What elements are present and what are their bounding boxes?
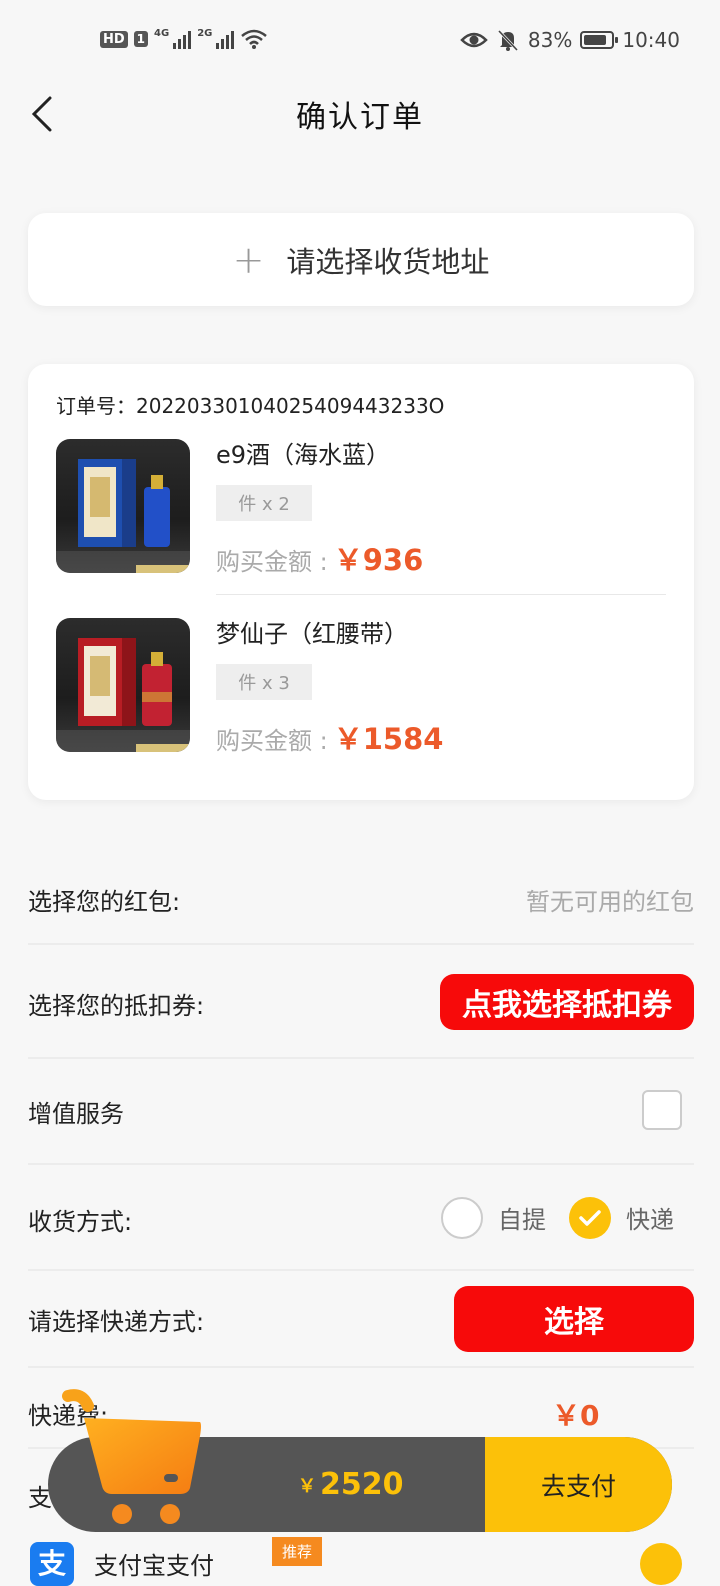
clock: 10:40 xyxy=(622,28,680,52)
item-divider xyxy=(216,594,666,595)
plus-icon: + xyxy=(232,237,265,282)
amount-label: 购买金额 : xyxy=(216,548,328,576)
amount-row: 购买金额 : ￥936 xyxy=(216,537,423,579)
delivery-method-label: 收货方式: xyxy=(28,1208,133,1236)
recommended-badge: 推荐 xyxy=(272,1537,323,1566)
order-item: 梦仙子（红腰带） 件 x 3 购买金额 : ￥1584 xyxy=(56,618,668,756)
choose-coupon-button[interactable]: 点我选择抵扣券 xyxy=(440,974,694,1030)
address-selector[interactable]: + 请选择收货地址 xyxy=(28,213,694,306)
battery-icon xyxy=(580,31,619,49)
currency-symbol: ￥ xyxy=(298,1475,316,1497)
value-added-label: 增值服务 xyxy=(28,1100,124,1128)
divider xyxy=(28,1163,694,1165)
select-express-button[interactable]: 选择 xyxy=(454,1286,694,1352)
divider xyxy=(28,1366,694,1368)
express-label[interactable]: 快递 xyxy=(626,1200,674,1235)
divider xyxy=(28,1269,694,1271)
status-right: 83% 10:40 xyxy=(460,28,680,52)
product-image xyxy=(56,618,190,752)
red-packet-value: 暂无可用的红包 xyxy=(526,888,694,916)
express-radio[interactable] xyxy=(569,1197,611,1239)
amount-label: 购买金额 : xyxy=(216,727,328,755)
network-type-2: 2G xyxy=(197,28,213,39)
page-title: 确认订单 xyxy=(296,100,424,135)
status-left: HD 1 4G 2G xyxy=(100,28,268,50)
divider xyxy=(28,1057,694,1059)
battery-percent: 83% xyxy=(527,28,573,52)
product-image xyxy=(56,439,190,573)
check-icon xyxy=(579,1210,601,1226)
hd-badge: HD xyxy=(100,30,128,48)
signal-2-icon xyxy=(216,29,235,49)
amount-row: 购买金额 : ￥1584 xyxy=(216,716,443,758)
quantity-badge: 件 x 2 xyxy=(216,485,312,521)
pickup-label[interactable]: 自提 xyxy=(498,1200,546,1235)
eye-icon xyxy=(460,32,488,48)
product-name: 梦仙子（红腰带） xyxy=(216,620,408,648)
quantity-badge: 件 x 3 xyxy=(216,664,312,700)
pay-button[interactable]: 去支付 xyxy=(485,1437,672,1532)
price: ￥1584 xyxy=(333,722,444,756)
total-amount: ￥ 2520 xyxy=(298,1437,404,1532)
signal-1-icon xyxy=(173,29,192,49)
divider xyxy=(28,943,694,945)
express-choice-row: 请选择快递方式: 选择 xyxy=(28,1286,694,1352)
alipay-icon: 支 xyxy=(30,1542,74,1586)
shipping-fee-value: ￥0 xyxy=(552,1399,600,1432)
price: ￥936 xyxy=(333,543,424,577)
address-prompt: 请选择收货地址 xyxy=(286,244,490,279)
value-added-row: 增值服务 xyxy=(28,1090,694,1134)
red-packet-label: 选择您的红包: xyxy=(28,888,181,916)
order-card: 订单号：20220330104025409443233O e9酒（海水蓝） 件 … xyxy=(28,364,694,800)
wifi-icon xyxy=(241,29,268,49)
coupon-label: 选择您的抵扣券: xyxy=(28,992,205,1020)
bell-off-icon xyxy=(497,29,518,52)
sim-badge: 1 xyxy=(133,31,149,47)
express-choice-label: 请选择快递方式: xyxy=(28,1308,205,1336)
network-type-1: 4G xyxy=(154,28,170,39)
value-added-checkbox[interactable] xyxy=(642,1090,682,1130)
coupon-row: 选择您的抵扣券: 点我选择抵扣券 xyxy=(28,974,694,1030)
cart-icon[interactable] xyxy=(60,1388,210,1528)
alipay-check-icon[interactable] xyxy=(640,1543,682,1585)
order-number: 订单号：20220330104025409443233O xyxy=(56,394,445,418)
status-bar: HD 1 4G 2G 83% 10:40 xyxy=(0,0,720,84)
nav-bar: 确认订单 xyxy=(0,84,720,144)
pickup-radio[interactable] xyxy=(441,1197,483,1239)
delivery-method-row: 收货方式: 自提 快递 xyxy=(28,1196,694,1240)
total-value: 2520 xyxy=(320,1467,404,1502)
product-name: e9酒（海水蓝） xyxy=(216,441,391,469)
battery-level xyxy=(584,35,606,45)
red-packet-row[interactable]: 选择您的红包: 暂无可用的红包 xyxy=(28,880,694,920)
order-item: e9酒（海水蓝） 件 x 2 购买金额 : ￥936 xyxy=(56,439,668,577)
alipay-label[interactable]: 支付宝支付 xyxy=(94,1546,214,1581)
